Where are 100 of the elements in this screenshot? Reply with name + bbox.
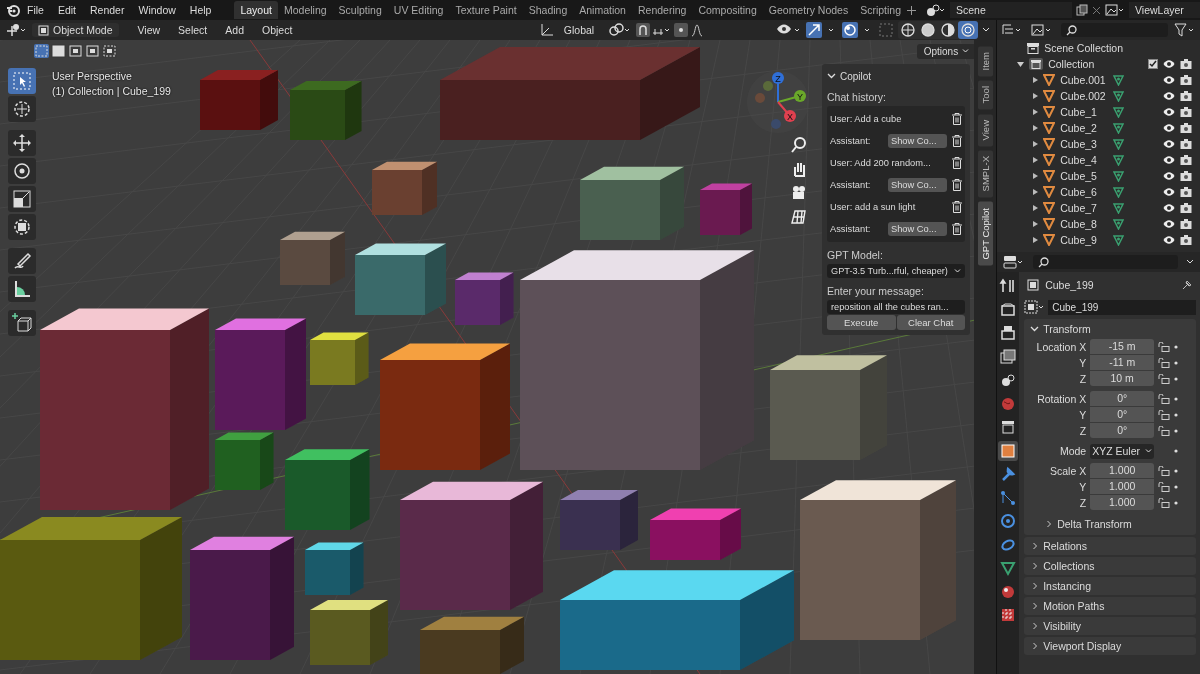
keyframe-dot-icon[interactable] (1174, 449, 1179, 453)
camera-icon[interactable] (1180, 235, 1192, 245)
trash-icon[interactable] (952, 179, 962, 191)
number-field[interactable]: 0° (1090, 423, 1155, 438)
eye-icon[interactable] (1163, 123, 1175, 133)
menu-item[interactable]: Add (218, 24, 251, 36)
object-tab-icon[interactable] (998, 440, 1019, 461)
axis-gizmo[interactable]: Z Y X (746, 70, 810, 134)
outliner-item[interactable]: Cube.001 (1060, 74, 1109, 86)
expand-triangle-icon[interactable] (1033, 77, 1039, 83)
workspace-tab[interactable]: Sculpting (332, 1, 388, 19)
zoom-icon[interactable] (790, 136, 808, 154)
outliner-item[interactable]: Cube_7 (1060, 202, 1109, 214)
workspace-tab[interactable]: Layout (234, 1, 278, 19)
collapsed-panel-header[interactable]: Motion Paths (1024, 597, 1196, 615)
menu-item[interactable]: Help (182, 4, 219, 16)
workspace-tab[interactable]: Shading (522, 1, 574, 19)
mesh-data-icon[interactable] (1113, 186, 1125, 198)
number-field[interactable]: 1.000 (1090, 479, 1155, 494)
lock-icon[interactable] (1158, 410, 1171, 420)
eye-icon[interactable] (1163, 75, 1175, 85)
gpt-model-dropdown[interactable]: GPT-3.5 Turb...rful, cheaper) (827, 264, 965, 278)
number-field[interactable]: 0° (1090, 391, 1155, 406)
expand-triangle-icon[interactable] (1033, 221, 1039, 227)
filter-icon[interactable] (1174, 23, 1196, 37)
workspace-tab[interactable]: Scripting (854, 1, 907, 19)
trash-icon[interactable] (952, 135, 962, 147)
eye-icon[interactable] (1163, 107, 1175, 117)
outliner-item[interactable]: Cube_8 (1060, 218, 1109, 230)
selection-mode-icon[interactable] (68, 44, 83, 58)
menu-item[interactable]: Select (171, 24, 215, 36)
trash-icon[interactable] (952, 223, 962, 235)
number-field[interactable]: -15 m (1090, 339, 1155, 354)
collapsed-panel-header[interactable]: Collections (1024, 557, 1196, 575)
keyframe-dot-icon[interactable] (1174, 345, 1179, 349)
keyframe-dot-icon[interactable] (1174, 429, 1179, 433)
eye-icon[interactable] (1163, 139, 1175, 149)
view-layer-icon[interactable] (1105, 3, 1125, 17)
caret-icon[interactable] (982, 26, 991, 34)
mesh-data-icon[interactable] (1113, 90, 1125, 102)
editor-type-icon[interactable] (6, 23, 28, 37)
collapse-caret-icon[interactable] (827, 72, 836, 80)
sidebar-tab[interactable]: View (977, 113, 993, 147)
mesh-data-icon[interactable] (1113, 202, 1125, 214)
camera-icon[interactable] (1180, 123, 1192, 133)
message-input[interactable]: reposition all the cubes ran... (827, 300, 965, 314)
keyframe-dot-icon[interactable] (1174, 413, 1179, 417)
expand-triangle-icon[interactable] (1033, 125, 1039, 131)
chat-action-button[interactable]: Execute (827, 315, 896, 330)
camera-icon[interactable] (1180, 219, 1192, 229)
mesh-data-icon[interactable] (1113, 122, 1125, 134)
menu-item[interactable]: View (130, 24, 168, 36)
eye-icon[interactable] (1163, 203, 1175, 213)
mesh-data-icon[interactable] (1113, 170, 1125, 182)
caret-icon[interactable] (1186, 258, 1194, 266)
outliner-item[interactable]: Cube_4 (1060, 154, 1109, 166)
sidebar-tab[interactable]: Tool (977, 80, 993, 110)
select-box-tool[interactable] (8, 68, 36, 94)
expand-triangle-icon[interactable] (1033, 93, 1039, 99)
collapse-caret-icon[interactable] (1030, 325, 1040, 333)
camera-icon[interactable] (790, 184, 808, 202)
selection-mode-icon[interactable] (85, 44, 100, 58)
lock-icon[interactable] (1158, 374, 1171, 384)
mesh-data-icon[interactable] (1113, 218, 1125, 230)
show-code-button[interactable]: Show Co... (888, 178, 947, 192)
trash-icon[interactable] (952, 113, 962, 125)
collapsed-panel-header[interactable]: Instancing (1024, 577, 1196, 595)
lock-icon[interactable] (1158, 498, 1171, 508)
eye-icon[interactable] (1163, 219, 1175, 229)
outliner-item[interactable]: Cube_2 (1060, 122, 1109, 134)
copy-icon[interactable] (1076, 4, 1088, 16)
number-field[interactable]: 1.000 (1090, 463, 1155, 478)
number-field[interactable]: 0° (1090, 407, 1155, 422)
outliner-item[interactable]: Scene Collection (1044, 42, 1123, 54)
eye-icon[interactable] (1163, 155, 1175, 165)
camera-icon[interactable] (1180, 75, 1192, 85)
object-name-field[interactable]: Cube_199 (1048, 299, 1196, 315)
camera-icon[interactable] (1180, 187, 1192, 197)
camera-icon[interactable] (1180, 203, 1192, 213)
menu-item[interactable]: Window (131, 4, 183, 16)
menu-item[interactable]: Edit (50, 4, 83, 16)
menu-item[interactable]: Render (83, 4, 132, 16)
workspace-tab[interactable]: Animation (573, 1, 632, 19)
camera-icon[interactable] (1180, 139, 1192, 149)
keyframe-dot-icon[interactable] (1174, 361, 1179, 365)
mesh-data-icon[interactable] (1113, 234, 1125, 246)
workspace-tab[interactable]: Geometry Nodes (762, 1, 855, 19)
rotate-tool[interactable] (8, 158, 36, 184)
search-field[interactable] (1061, 23, 1168, 37)
close-icon[interactable] (1092, 5, 1101, 15)
mesh-data-icon[interactable] (1113, 154, 1125, 166)
lock-icon[interactable] (1158, 482, 1171, 492)
eye-icon[interactable] (1163, 187, 1175, 197)
show-code-button[interactable]: Show Co... (888, 222, 947, 236)
snap-icon[interactable] (636, 23, 671, 37)
outliner-item[interactable]: Cube.002 (1060, 90, 1109, 102)
menu-item[interactable]: Object (255, 24, 300, 36)
blender-logo-icon[interactable] (6, 3, 20, 17)
keyframe-dot-icon[interactable] (1174, 377, 1179, 381)
rotation-mode-dropdown[interactable]: XYZ Euler (1090, 443, 1155, 459)
